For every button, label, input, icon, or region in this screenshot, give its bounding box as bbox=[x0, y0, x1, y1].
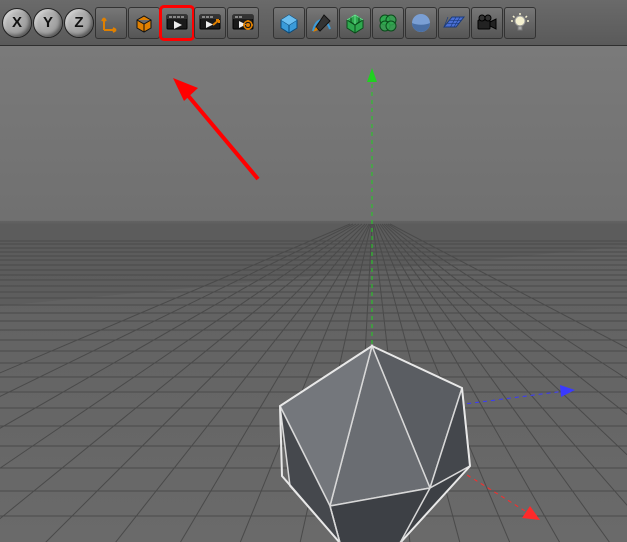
render-view-button[interactable] bbox=[161, 7, 193, 39]
generator-button[interactable] bbox=[339, 7, 371, 39]
axis-z-button[interactable]: Z bbox=[64, 8, 94, 38]
environment-button[interactable] bbox=[405, 7, 437, 39]
primitive-cube-icon bbox=[277, 11, 301, 35]
render-picture-viewer-icon bbox=[231, 11, 255, 35]
coordinate-system-button[interactable] bbox=[95, 7, 127, 39]
scene-render bbox=[0, 46, 627, 542]
floor-icon bbox=[442, 11, 466, 35]
make-editable-button[interactable] bbox=[128, 7, 160, 39]
axis-arrow-icon bbox=[100, 12, 122, 34]
environment-sky-icon bbox=[409, 11, 433, 35]
camera-icon bbox=[475, 11, 499, 35]
deformer-button[interactable] bbox=[372, 7, 404, 39]
camera-button[interactable] bbox=[471, 7, 503, 39]
generator-icon bbox=[343, 11, 367, 35]
spline-pen-icon bbox=[310, 11, 334, 35]
light-icon bbox=[508, 11, 532, 35]
spline-button[interactable] bbox=[306, 7, 338, 39]
axis-x-button[interactable]: X bbox=[2, 8, 32, 38]
deformer-icon bbox=[376, 11, 400, 35]
cube-icon bbox=[133, 12, 155, 34]
main-toolbar: X Y Z bbox=[0, 0, 627, 46]
primitive-button[interactable] bbox=[273, 7, 305, 39]
viewport-3d[interactable] bbox=[0, 46, 627, 542]
render-region-button[interactable] bbox=[194, 7, 226, 39]
render-picture-viewer-button[interactable] bbox=[227, 7, 259, 39]
render-region-icon bbox=[198, 11, 222, 35]
floor-button[interactable] bbox=[438, 7, 470, 39]
render-view-icon bbox=[165, 11, 189, 35]
light-button[interactable] bbox=[504, 7, 536, 39]
axis-y-button[interactable]: Y bbox=[33, 8, 63, 38]
